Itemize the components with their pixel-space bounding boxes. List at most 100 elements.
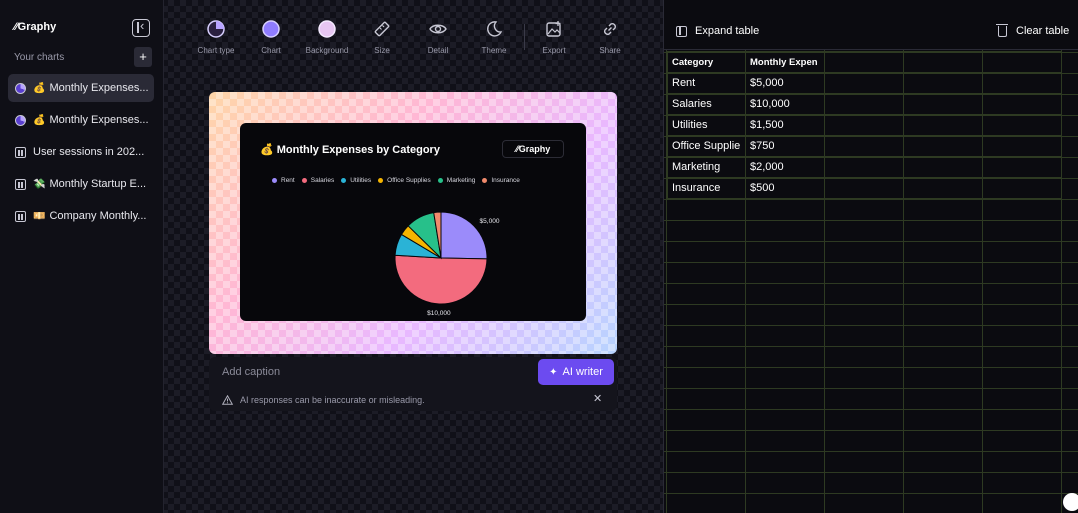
- table-cell[interactable]: Utilities: [667, 114, 746, 136]
- table-cell[interactable]: Salaries: [667, 93, 746, 115]
- trash-icon: [996, 23, 1008, 37]
- share-label: Share: [599, 46, 621, 55]
- table-cell[interactable]: [982, 156, 1062, 178]
- money-bag-icon: 💰: [33, 82, 46, 94]
- collapse-sidebar-icon[interactable]: [132, 18, 150, 37]
- table-cell[interactable]: $750: [745, 135, 825, 157]
- table-cell[interactable]: [903, 51, 983, 73]
- tool-theme[interactable]: Theme: [469, 20, 519, 55]
- chart-color-icon: [262, 20, 280, 38]
- table-cell[interactable]: [982, 177, 1062, 199]
- bar-chart-icon: [15, 178, 26, 190]
- expand-table-label: Expand table: [695, 25, 760, 37]
- chart-type-icon: [207, 20, 225, 38]
- clear-table-button[interactable]: Clear table: [996, 23, 1070, 37]
- expand-table-icon: [676, 25, 687, 37]
- chart-type-label: Chart type: [197, 46, 235, 55]
- table-cell[interactable]: [982, 51, 1062, 73]
- bar-chart-icon: [15, 210, 26, 222]
- tool-chart-type[interactable]: Chart type: [191, 20, 241, 55]
- table-row: Office Supplie $750: [667, 135, 1062, 157]
- table-cell[interactable]: Office Supplie: [667, 135, 746, 157]
- table-cell[interactable]: $1,500: [745, 114, 825, 136]
- table-cell[interactable]: [824, 51, 904, 73]
- table-row: Rent $5,000: [667, 72, 1062, 94]
- chart-list: 💰 Monthly Expenses... 💰 Monthly Expenses…: [8, 74, 154, 234]
- table-cell[interactable]: [903, 135, 983, 157]
- size-label: Size: [374, 46, 390, 55]
- chart-item-label: Monthly Expenses...: [49, 114, 149, 126]
- caption-input[interactable]: Add caption: [222, 366, 280, 378]
- clear-table-label: Clear table: [1016, 25, 1070, 37]
- chart-canvas-frame[interactable]: 💰 Monthly Expenses by Category ⁄⁄Graphy …: [209, 92, 617, 354]
- table-cell[interactable]: [982, 93, 1062, 115]
- data-table: Category Monthly Expen Rent $5,000 Salar…: [667, 51, 1062, 199]
- table-cell[interactable]: [982, 72, 1062, 94]
- ai-warning: AI responses can be inaccurate or mislea…: [222, 395, 425, 405]
- tool-background[interactable]: Background: [302, 20, 352, 55]
- table-cell[interactable]: [903, 156, 983, 178]
- ai-writer-button[interactable]: ✦ AI writer: [538, 359, 614, 385]
- pie-data-label: $5,000: [480, 218, 500, 225]
- pie-chart-icon: [15, 114, 26, 126]
- table-cell[interactable]: [903, 72, 983, 94]
- tool-detail[interactable]: Detail: [413, 20, 463, 55]
- table-cell[interactable]: $500: [745, 177, 825, 199]
- table-header-cell[interactable]: Monthly Expen: [745, 51, 825, 73]
- table-row: Marketing $2,000: [667, 156, 1062, 178]
- table-header-bar: Expand table Clear table: [664, 0, 1078, 50]
- table-cell[interactable]: Insurance: [667, 177, 746, 199]
- money-wings-icon: 💸: [33, 178, 46, 190]
- pie-chart-icon: [15, 82, 26, 94]
- sidebar-item-chart-5[interactable]: 💴 Company Monthly...: [8, 202, 154, 230]
- chart-card[interactable]: 💰 Monthly Expenses by Category ⁄⁄Graphy …: [240, 123, 586, 321]
- table-cell[interactable]: $2,000: [745, 156, 825, 178]
- detail-label: Detail: [427, 46, 449, 55]
- table-cell[interactable]: [903, 177, 983, 199]
- table-cell[interactable]: [824, 93, 904, 115]
- table-cell[interactable]: [824, 135, 904, 157]
- caption-bar: Add caption ✦ AI writer AI responses can …: [209, 357, 617, 411]
- sidebar-item-chart-1[interactable]: 💰 Monthly Expenses...: [8, 74, 154, 102]
- table-cell[interactable]: [982, 114, 1062, 136]
- table-cell[interactable]: [824, 156, 904, 178]
- table-header-cell[interactable]: Category: [667, 51, 746, 73]
- export-image-icon: [546, 21, 561, 37]
- sidebar-item-chart-4[interactable]: 💸 Monthly Startup E...: [8, 170, 154, 198]
- table-cell[interactable]: [903, 93, 983, 115]
- background-color-icon: [318, 20, 336, 38]
- your-charts-label: Your charts: [14, 52, 65, 63]
- table-cell[interactable]: [824, 114, 904, 136]
- tool-chart-color[interactable]: Chart: [246, 20, 296, 55]
- table-row: Utilities $1,500: [667, 114, 1062, 136]
- link-icon: [604, 23, 616, 35]
- table-cell[interactable]: $5,000: [745, 72, 825, 94]
- table-cell[interactable]: $10,000: [745, 93, 825, 115]
- data-table-panel: Expand table Clear table Category Monthl…: [663, 0, 1078, 513]
- graphy-logo[interactable]: ⁄⁄Graphy: [14, 21, 56, 33]
- tool-export[interactable]: Export: [529, 20, 579, 55]
- sidebar: ⁄⁄Graphy Your charts + 💰 Monthly Expense…: [0, 0, 164, 513]
- sidebar-item-chart-2[interactable]: 💰 Monthly Expenses...: [8, 106, 154, 134]
- table-cell[interactable]: Marketing: [667, 156, 746, 178]
- export-label: Export: [542, 46, 566, 55]
- table-cell[interactable]: Rent: [667, 72, 746, 94]
- help-button[interactable]: [1063, 493, 1078, 511]
- warning-icon: [222, 395, 233, 405]
- chart-item-label: Monthly Expenses...: [49, 82, 149, 94]
- dismiss-warning-icon[interactable]: ✕: [593, 392, 602, 405]
- pie-data-label: $10,000: [427, 310, 451, 317]
- pie-slice-salaries[interactable]: [394, 254, 488, 305]
- new-chart-button[interactable]: +: [134, 47, 152, 67]
- table-cell[interactable]: [824, 177, 904, 199]
- table-cell[interactable]: [824, 72, 904, 94]
- table-cell[interactable]: [982, 135, 1062, 157]
- expand-table-button[interactable]: Expand table: [676, 25, 759, 37]
- pie-chart[interactable]: $5,000 $10,000: [240, 123, 586, 321]
- table-cell[interactable]: [903, 114, 983, 136]
- money-bag-icon: 💰: [33, 114, 46, 126]
- toolbar-divider: [524, 24, 525, 50]
- sidebar-item-chart-3[interactable]: User sessions in 202...: [8, 138, 154, 166]
- tool-size[interactable]: Size: [357, 20, 407, 55]
- tool-share[interactable]: Share: [585, 20, 635, 55]
